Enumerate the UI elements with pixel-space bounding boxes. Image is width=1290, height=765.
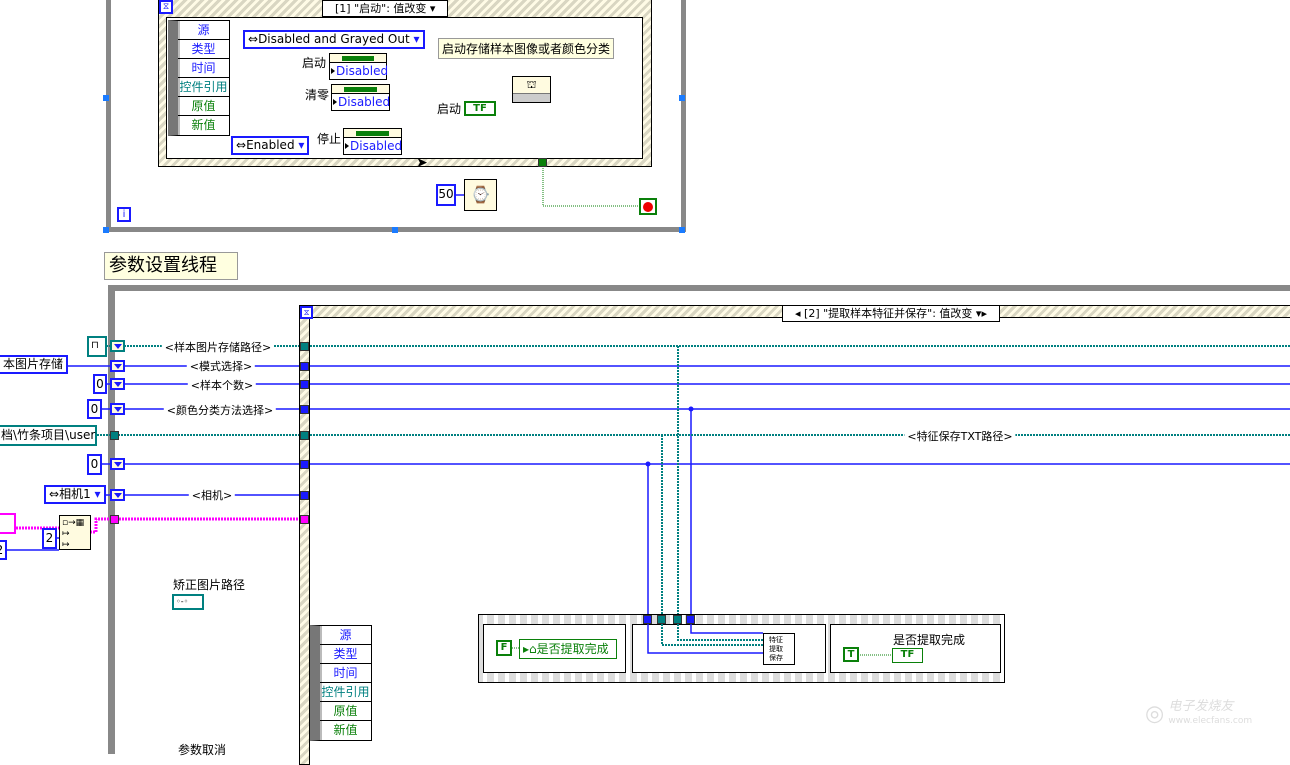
subvi-feature-extract[interactable]: 特征提取保存 <box>763 633 795 665</box>
sequence-tunnel <box>686 615 695 624</box>
local-variable[interactable]: ▸⌂是否提取完成 <box>519 639 617 659</box>
sequence-tunnel <box>643 615 652 624</box>
sequence-wire-layer <box>512 624 892 656</box>
indicator-label: 是否提取完成 <box>891 631 968 648</box>
extract-done-indicator[interactable]: TF <box>892 648 923 663</box>
watermark-url: www.elecfans.com <box>1168 716 1253 726</box>
watermark-logo: ◎ 电子发烧友 www.elecfans.com <box>1145 699 1253 727</box>
sequence-tunnel <box>673 615 682 624</box>
true-constant[interactable]: T <box>843 647 859 662</box>
false-constant[interactable]: F <box>496 640 512 656</box>
sequence-tunnel <box>657 615 666 624</box>
local-variable-name: 是否提取完成 <box>536 642 609 656</box>
watermark-brand: 电子发烧友 <box>1168 699 1234 714</box>
